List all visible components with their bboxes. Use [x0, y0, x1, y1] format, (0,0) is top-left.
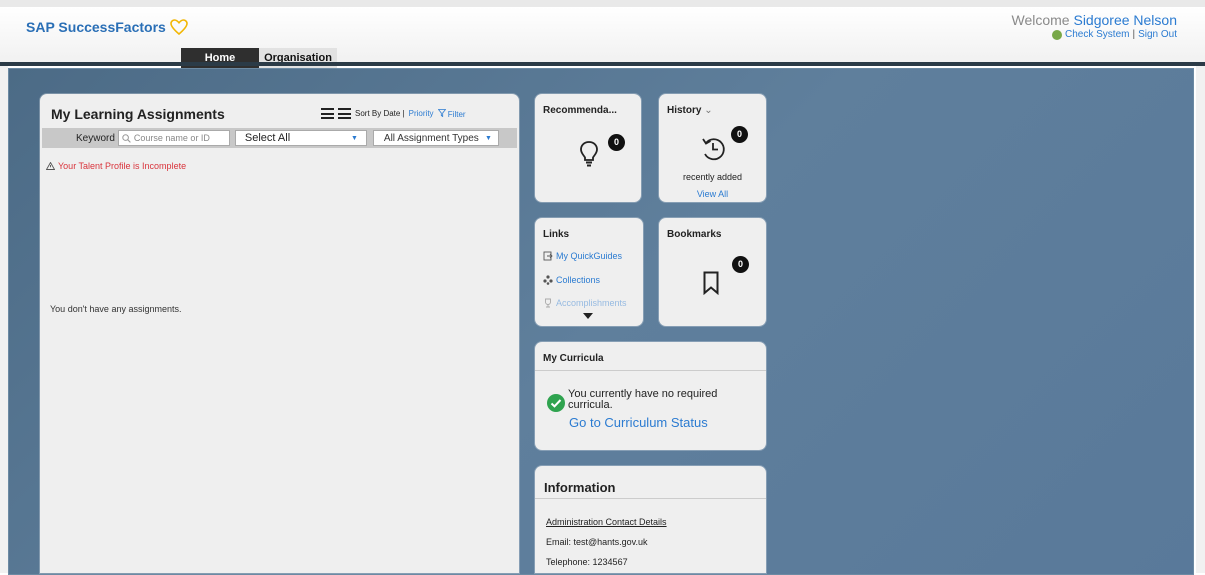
system-check-icon — [1052, 29, 1062, 40]
link-label: Collections — [556, 275, 601, 285]
warning-icon — [46, 162, 55, 170]
chevron-down-icon: ▼ — [350, 134, 358, 142]
bookmarks-count-badge: 0 — [732, 256, 749, 273]
curricula-message: You currently have no required curricula… — [568, 388, 718, 411]
history-tile[interactable]: History ⌄ 0 recently added View All — [659, 94, 766, 202]
search-placeholder: Course name or ID — [133, 133, 210, 143]
contact-telephone: Telephone: 1234567 — [546, 557, 628, 567]
link-my-quickguides[interactable]: My QuickGuides — [543, 251, 622, 261]
check-system-link[interactable]: Check System — [1065, 29, 1129, 40]
admin-contact-heading: Administration Contact Details — [546, 517, 667, 527]
sign-out-link[interactable]: Sign Out — [1138, 29, 1177, 40]
welcome-area: Welcome Sidgoree Nelson Check System | S… — [1012, 12, 1178, 40]
top-strip — [0, 0, 1205, 7]
filter-bar: Keyword Course name or ID Select All ▼ A… — [42, 128, 517, 148]
trophy-icon — [545, 298, 551, 308]
bookmarks-title: Bookmarks — [667, 229, 722, 240]
welcome-prefix: Welcome — [1011, 12, 1070, 28]
link-label: My QuickGuides — [556, 251, 623, 261]
logo-text: SAP SuccessFactors — [26, 19, 166, 35]
nav-divider — [0, 62, 1205, 66]
check-circle-icon — [547, 394, 565, 412]
talent-profile-warning[interactable]: Your Talent Profile is Incomplete — [46, 161, 186, 171]
curricula-title: My Curricula — [543, 353, 604, 364]
divider — [535, 370, 766, 371]
expand-arrow-icon[interactable] — [583, 313, 593, 319]
history-view-all-link[interactable]: View All — [659, 189, 766, 199]
assignment-types-dropdown[interactable]: All Assignment Types ▼ — [372, 130, 499, 146]
bookmarks-tile[interactable]: Bookmarks 0 — [659, 218, 766, 326]
contact-email: Email: test@hants.gov.uk — [546, 537, 648, 547]
header-bar: SAP SuccessFactors Welcome Sidgoree Nels… — [0, 7, 1205, 69]
link-collections[interactable]: Collections — [543, 275, 600, 285]
curriculum-status-link[interactable]: Go to Curriculum Status — [569, 415, 708, 430]
filter-icon — [437, 108, 446, 117]
recommendations-title: Recommenda... — [543, 105, 617, 116]
left-gutter — [0, 66, 8, 573]
user-name-link[interactable]: Sidgoree Nelson — [1073, 12, 1177, 28]
select-all-value: Select All — [244, 132, 291, 144]
divider — [535, 498, 766, 499]
history-clock-icon — [702, 138, 725, 161]
bookmark-icon — [703, 271, 719, 295]
scrollbar-track[interactable] — [1196, 66, 1205, 573]
collections-icon — [543, 275, 553, 285]
links-title: Links — [543, 229, 570, 240]
learning-assignments-panel: My Learning Assignments Sort By Date | P… — [40, 94, 519, 573]
keyword-search-input[interactable]: Course name or ID — [117, 130, 230, 146]
recommendations-tile[interactable]: Recommenda... 0 — [535, 94, 641, 202]
warning-text: Your Talent Profile is Incomplete — [58, 161, 187, 171]
quickguide-icon — [543, 251, 553, 261]
list-view-icon[interactable] — [338, 108, 351, 119]
links-tile: Links My QuickGuides Collections Accompl… — [535, 218, 643, 326]
welcome-line: Welcome Sidgoree Nelson — [1012, 12, 1178, 28]
heart-logo-icon — [170, 19, 188, 35]
link-separator: | — [1132, 29, 1136, 40]
history-title-text: History — [667, 105, 702, 116]
history-caption: recently added — [682, 172, 743, 182]
keyword-label: Keyword — [76, 132, 115, 144]
lightbulb-icon — [580, 141, 598, 167]
curricula-tile: My Curricula You currently have no requi… — [535, 342, 766, 450]
filter-link[interactable]: Filter — [437, 108, 466, 119]
link-label: Accomplishments — [556, 298, 627, 308]
learning-assignments-title: My Learning Assignments — [51, 106, 225, 122]
account-links: Check System | Sign Out — [1012, 29, 1177, 40]
filter-label: Filter — [447, 109, 466, 119]
chevron-down-icon: ▼ — [484, 134, 492, 142]
detail-view-icon[interactable] — [321, 108, 334, 119]
sort-priority-link[interactable]: Priority — [409, 109, 434, 118]
history-count-badge: 0 — [731, 126, 748, 143]
chevron-down-icon: ⌄ — [704, 105, 713, 116]
recommendations-count-badge: 0 — [608, 134, 625, 151]
sort-by-date-link[interactable]: Sort By Date | — [355, 109, 405, 118]
assignment-types-value: All Assignment Types — [383, 132, 479, 144]
search-icon — [122, 133, 131, 143]
learning-tools: Sort By Date | Priority Filter — [321, 108, 466, 119]
information-title: Information — [544, 480, 616, 495]
select-all-dropdown[interactable]: Select All ▼ — [234, 130, 367, 146]
app-logo[interactable]: SAP SuccessFactors — [26, 19, 188, 35]
history-title[interactable]: History ⌄ — [667, 105, 713, 116]
empty-assignments-message: You don't have any assignments. — [50, 304, 182, 314]
information-tile: Information Administration Contact Detai… — [535, 466, 766, 573]
link-accomplishments[interactable]: Accomplishments — [543, 298, 627, 308]
